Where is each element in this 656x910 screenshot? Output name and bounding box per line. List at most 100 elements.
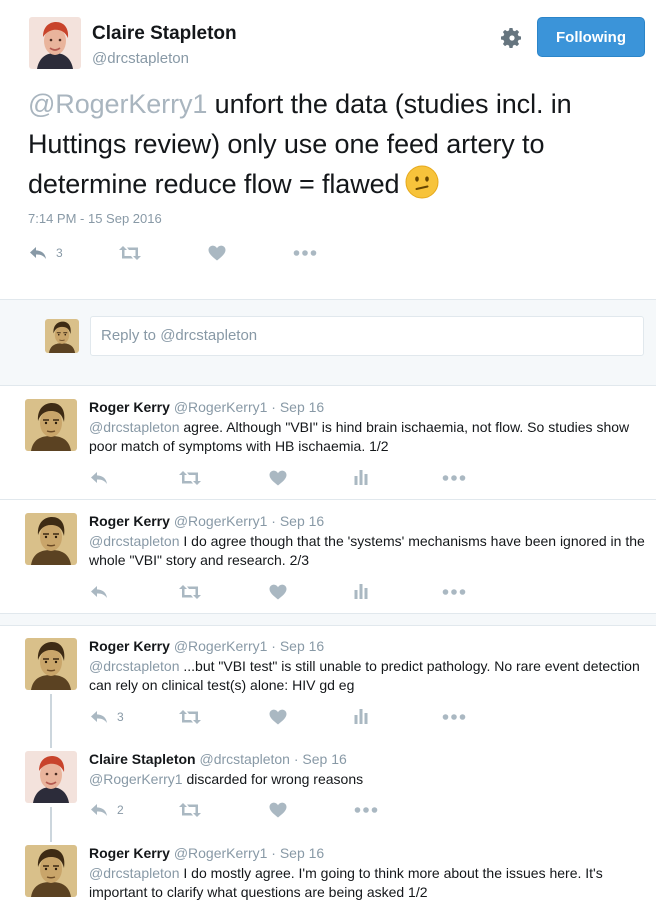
avatar-image: [29, 17, 81, 69]
reply-mention[interactable]: @RogerKerry1: [89, 771, 183, 787]
reply-actions: [89, 582, 489, 606]
retweet-icon: [178, 470, 202, 486]
author-handle[interactable]: @RogerKerry1: [174, 638, 268, 654]
tweet-actions: 3: [28, 243, 328, 267]
reply-icon: [28, 245, 48, 261]
avatar[interactable]: [25, 845, 77, 897]
author-name[interactable]: Roger Kerry: [89, 399, 170, 415]
reply-author[interactable]: Roger Kerry @RogerKerry1 · Sep 16: [89, 638, 324, 654]
avatar[interactable]: [25, 751, 77, 803]
reply-button[interactable]: 2: [89, 802, 124, 818]
divider: [0, 385, 656, 386]
retweet-button[interactable]: [118, 245, 142, 261]
avatar[interactable]: [29, 17, 81, 69]
like-button[interactable]: [269, 584, 287, 600]
reply-button[interactable]: 3: [89, 709, 124, 725]
analytics-icon: [353, 469, 369, 485]
analytics-button[interactable]: [353, 469, 369, 485]
thread-line: [50, 807, 52, 842]
reply-mention[interactable]: @drcstapleton: [89, 865, 179, 881]
divider: [0, 625, 656, 626]
author-handle[interactable]: @RogerKerry1: [174, 513, 268, 529]
reply-text: @RogerKerry1 discarded for wrong reasons: [89, 770, 649, 789]
reply-actions: 3: [89, 707, 489, 731]
avatar[interactable]: [25, 513, 77, 565]
avatar-image: [45, 319, 79, 353]
more-icon: [354, 807, 378, 813]
author-name[interactable]: Claire Stapleton: [92, 23, 237, 45]
reply-text: @drcstapleton ...but "VBI test" is still…: [89, 657, 649, 695]
reply-date[interactable]: · Sep 16: [294, 751, 347, 767]
reply-text: @drcstapleton I do mostly agree. I'm goi…: [89, 864, 649, 902]
retweet-button[interactable]: [178, 584, 202, 600]
analytics-button[interactable]: [353, 583, 369, 599]
retweet-button[interactable]: [178, 470, 202, 486]
author-handle[interactable]: @RogerKerry1: [174, 399, 268, 415]
confused-face-icon: [405, 165, 439, 199]
author-handle[interactable]: @RogerKerry1: [174, 845, 268, 861]
like-button[interactable]: [269, 802, 287, 818]
more-button[interactable]: [442, 589, 466, 595]
author-name[interactable]: Roger Kerry: [89, 638, 170, 654]
author-handle[interactable]: @drcstapleton: [92, 50, 189, 67]
reply-mention[interactable]: @drcstapleton: [89, 419, 179, 435]
reply-author[interactable]: Roger Kerry @RogerKerry1 · Sep 16: [89, 513, 324, 529]
more-button[interactable]: [293, 250, 317, 256]
reply-count: 3: [56, 246, 63, 260]
heart-icon: [269, 584, 287, 600]
reply-actions: 2: [89, 800, 409, 824]
analytics-button[interactable]: [353, 708, 369, 724]
like-button[interactable]: [269, 709, 287, 725]
like-button[interactable]: [208, 245, 226, 261]
reply-icon: [89, 802, 109, 818]
tweet-timestamp[interactable]: 7:14 PM - 15 Sep 2016: [28, 211, 162, 226]
avatar-image: [25, 751, 77, 803]
avatar[interactable]: [25, 638, 77, 690]
reply-date[interactable]: · Sep 16: [271, 638, 324, 654]
reply-text: @drcstapleton agree. Although "VBI" is h…: [89, 418, 649, 456]
reply-date[interactable]: · Sep 16: [271, 513, 324, 529]
reply-icon: [89, 584, 109, 600]
reply-icon: [89, 470, 109, 486]
thread-line: [50, 694, 52, 748]
reply-mention[interactable]: @drcstapleton: [89, 533, 179, 549]
more-button[interactable]: [442, 714, 466, 720]
author-name[interactable]: Claire Stapleton: [89, 751, 196, 767]
following-button[interactable]: Following: [537, 17, 645, 57]
reply-date[interactable]: · Sep 16: [271, 845, 324, 861]
avatar[interactable]: [25, 399, 77, 451]
heart-icon: [269, 802, 287, 818]
reply-date[interactable]: · Sep 16: [271, 399, 324, 415]
author-name[interactable]: Roger Kerry: [89, 845, 170, 861]
section-gap: [0, 374, 656, 385]
gear-icon[interactable]: [500, 26, 524, 50]
reply-count: 3: [117, 710, 124, 724]
retweet-button[interactable]: [178, 709, 202, 725]
tweet-mention[interactable]: @RogerKerry1: [28, 89, 207, 119]
retweet-icon: [178, 709, 202, 725]
reply-author[interactable]: Claire Stapleton @drcstapleton · Sep 16: [89, 751, 347, 767]
reply-mention[interactable]: @drcstapleton: [89, 658, 179, 674]
retweet-icon: [118, 245, 142, 261]
analytics-icon: [353, 708, 369, 724]
more-icon: [442, 475, 466, 481]
reply-button[interactable]: [89, 470, 109, 486]
avatar-image: [25, 513, 77, 565]
reply-input[interactable]: Reply to @drcstapleton: [90, 316, 644, 356]
like-button[interactable]: [269, 470, 287, 486]
reply-button[interactable]: [89, 584, 109, 600]
retweet-button[interactable]: [178, 802, 202, 818]
more-icon: [293, 250, 317, 256]
reply-author[interactable]: Roger Kerry @RogerKerry1 · Sep 16: [89, 399, 324, 415]
reply-author[interactable]: Roger Kerry @RogerKerry1 · Sep 16: [89, 845, 324, 861]
retweet-icon: [178, 802, 202, 818]
more-button[interactable]: [442, 475, 466, 481]
reply-button[interactable]: 3: [28, 245, 63, 261]
section-gap: [0, 614, 656, 625]
author-name[interactable]: Roger Kerry: [89, 513, 170, 529]
author-handle[interactable]: @drcstapleton: [199, 751, 289, 767]
avatar: [45, 319, 79, 353]
more-icon: [442, 714, 466, 720]
reply-text: @drcstapleton I do agree though that the…: [89, 532, 649, 570]
more-button[interactable]: [354, 807, 378, 813]
